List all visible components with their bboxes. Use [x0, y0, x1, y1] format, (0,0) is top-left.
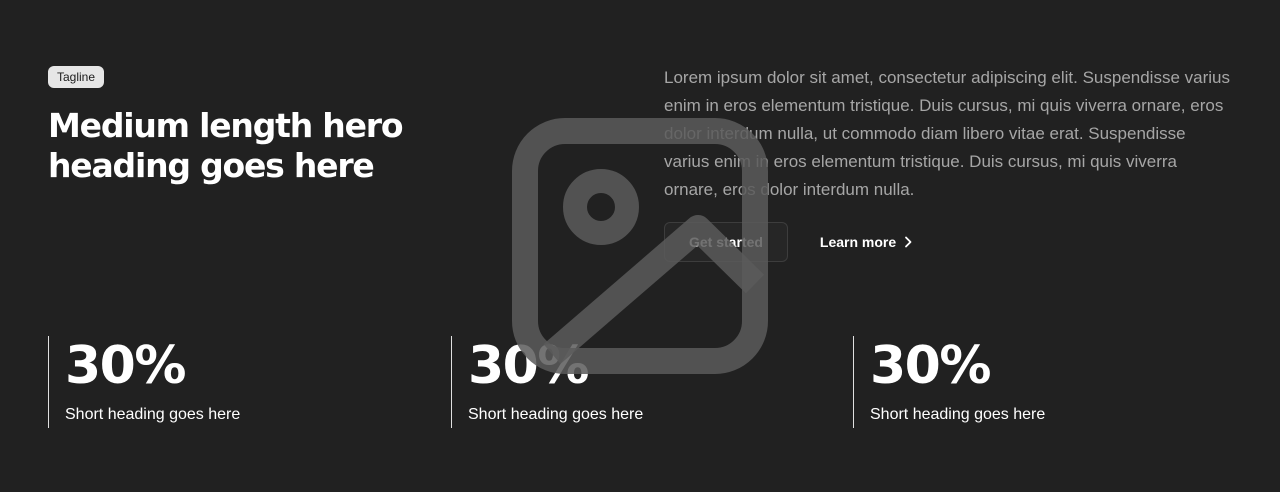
learn-more-label: Learn more: [819, 234, 897, 250]
stats-row: 30% Short heading goes here 30% Short he…: [48, 336, 1256, 428]
hero-actions: Get started Learn more: [664, 222, 1232, 262]
stat-label: Short heading goes here: [65, 406, 241, 423]
hero-section: Tagline Medium length hero heading goes …: [0, 0, 1280, 492]
stat-label: Short heading goes here: [468, 406, 644, 423]
stat-item: 30% Short heading goes here: [48, 336, 240, 428]
tagline-badge: Tagline: [48, 66, 105, 88]
hero-heading: Medium length hero heading goes here: [48, 106, 404, 185]
stat-item: 30% Short heading goes here: [451, 336, 643, 428]
hero-left: Tagline Medium length hero heading goes …: [48, 66, 608, 186]
hero-description: Lorem ipsum dolor sit amet, consectetur …: [664, 68, 1230, 199]
stat-value: 30%: [468, 336, 589, 396]
stat-value: 30%: [65, 336, 186, 396]
learn-more-link[interactable]: Learn more: [820, 234, 912, 250]
hero-right: Lorem ipsum dolor sit amet, consectetur …: [664, 64, 1232, 262]
get-started-button[interactable]: Get started: [664, 222, 788, 262]
chevron-right-icon: [905, 236, 912, 248]
stat-label: Short heading goes here: [870, 406, 1046, 423]
stat-value: 30%: [870, 336, 991, 396]
stat-item: 30% Short heading goes here: [853, 336, 1045, 428]
